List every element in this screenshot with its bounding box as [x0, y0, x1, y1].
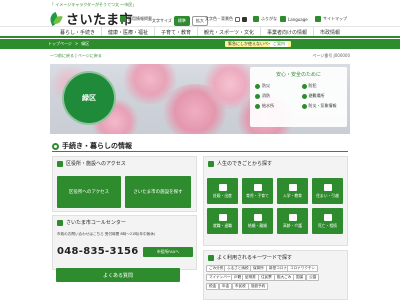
water-icon: [255, 103, 260, 109]
furigana-icon: [253, 16, 259, 22]
keyword-tag[interactable]: 保育所: [250, 265, 267, 272]
saitama-logo-icon: [48, 11, 63, 26]
life-tile-death[interactable]: 死亡・相続: [312, 208, 343, 234]
keyword-tag[interactable]: 施設予約: [248, 283, 269, 290]
keyword-tag[interactable]: 証明書: [242, 274, 259, 281]
weather-icon: [301, 103, 307, 109]
safety-item-fire[interactable]: 消防: [255, 93, 296, 99]
globe-icon: [280, 16, 286, 22]
fire-icon: [255, 93, 260, 99]
keyword-tag[interactable]: コロナワクチン: [287, 265, 319, 272]
char-size-standard-button[interactable]: 標準: [173, 16, 190, 26]
house-icon: [323, 183, 332, 191]
callcenter-fax-button[interactable]: 市役所FAXへ: [143, 247, 193, 257]
sitemap-link[interactable]: サイトマップ: [315, 16, 347, 22]
school-icon: [288, 183, 297, 191]
mascot-note: 「 イメージキャラクターがそうてつ太 ～市民」: [50, 2, 137, 7]
keyword-tag[interactable]: 公園: [306, 274, 320, 281]
life-tile-school[interactable]: 入学・教育: [277, 178, 308, 204]
search-icon: [208, 254, 214, 261]
guide-link[interactable]: ご案内: [270, 41, 288, 47]
phone-icon: [57, 219, 63, 226]
gnav-item-tourism[interactable]: 観光・スポーツ・文化: [197, 27, 260, 36]
color-control: 文字色・背景色: [205, 16, 247, 22]
shelter-icon: [301, 93, 307, 99]
callcenter-desc: 市政のお問い合わせはこちら 受付時間 8時～21時(年中無休): [57, 232, 156, 236]
keyword-tag[interactable]: マイナンバー: [206, 274, 234, 281]
crime-icon: [301, 83, 307, 89]
keyword-tag[interactable]: ふるさと納税: [224, 265, 252, 272]
person-icon: [208, 160, 214, 167]
gnav-item-business[interactable]: 事業者向けの情報: [259, 27, 313, 36]
back-link[interactable]: 一つ前に戻る | ページに戻る: [50, 53, 102, 58]
baby-icon: [218, 183, 227, 191]
office-access-button[interactable]: 区役所へのアクセス: [57, 176, 121, 208]
life-tile-housing[interactable]: 住まい・引越: [312, 178, 343, 204]
section-ring-icon: [52, 142, 59, 150]
breadcrumb-current: 緑区: [81, 41, 90, 46]
keyword-tag[interactable]: 粗大ごみ: [274, 274, 295, 281]
building-icon: [57, 160, 63, 167]
life-tile-birth[interactable]: 妊娠・出産: [207, 178, 238, 204]
gnav-item-living[interactable]: 暮らし・手続き: [54, 27, 101, 36]
safety-panel: 安心・安全のために 防災 防犯 消防 避難場所 給水所 防災・気象情報: [250, 67, 347, 127]
recruit-link[interactable]: 採用情報掲載: [120, 16, 152, 22]
callcenter-panel: さいたま市コールセンター 市政のお問い合わせはこちら 受付時間 8時～21時(年…: [52, 215, 197, 270]
life-tile-elderly[interactable]: 高齢・介護: [277, 208, 308, 234]
faq-button[interactable]: よくある質問: [56, 268, 180, 282]
gnav-item-health[interactable]: 健康・医療・福祉: [101, 27, 154, 36]
ward-badge: 緑区: [62, 71, 116, 125]
color-black-button[interactable]: [242, 16, 247, 22]
rings-icon: [253, 213, 262, 221]
breadcrumb-top-link[interactable]: トップページ: [48, 41, 72, 46]
page-id: ページ番号 J000000: [312, 53, 350, 58]
color-white-button[interactable]: [235, 16, 240, 22]
char-size-control: 文字サイズ 標準 拡大: [152, 16, 208, 26]
briefcase-icon: [218, 213, 227, 221]
safety-item-weather[interactable]: 防災・気象情報: [301, 103, 343, 109]
site-header: 「 イメージキャラクターがそうてつ太 ～市民」 さいたま市 採用情報掲載 文字サ…: [0, 0, 400, 28]
breadcrumb: トップページ > 緑区 緊急にしか使えないページの利用 ご案内: [0, 39, 400, 49]
keyword-tag[interactable]: 国保: [293, 274, 307, 281]
flower-icon: [323, 213, 332, 221]
keyword-tag[interactable]: 住民票: [258, 274, 275, 281]
sitemap-icon: [315, 16, 321, 22]
section-title: 手続き・暮らしの情報: [52, 141, 348, 152]
safety-title: 安心・安全のために: [275, 72, 321, 78]
language-link[interactable]: Language: [280, 16, 308, 22]
stroller-icon: [253, 183, 262, 191]
furigana-link[interactable]: ふりがな: [253, 16, 277, 22]
page-subheader: 一つ前に戻る | ページに戻る ページ番号 J000000: [50, 53, 350, 61]
recruit-icon: [120, 16, 126, 22]
safety-item-crime[interactable]: 防犯: [301, 83, 343, 89]
callcenter-phone[interactable]: 048-835-3156: [57, 246, 138, 257]
elderly-icon: [288, 213, 297, 221]
disaster-icon: [255, 83, 260, 89]
global-nav: 暮らし・手続き 健康・医療・福祉 子育て・教育 観光・スポーツ・文化 事業者向け…: [0, 27, 400, 38]
keyword-tag[interactable]: 税金: [206, 283, 220, 290]
gnav-item-childcare[interactable]: 子育て・教育: [154, 27, 197, 36]
keyword-tag[interactable]: 市民税: [232, 283, 249, 290]
life-tile-employment[interactable]: 就職・退職: [207, 208, 238, 234]
safety-item-shelter[interactable]: 避難場所: [301, 93, 343, 99]
safety-item-disaster[interactable]: 防災: [255, 83, 296, 89]
safety-item-water[interactable]: 給水所: [255, 103, 296, 109]
life-tile-childcare[interactable]: 育児・子育て: [242, 178, 273, 204]
life-tile-marriage[interactable]: 結婚・離婚: [242, 208, 273, 234]
find-facilities-button[interactable]: さいたま市の施設を探す: [125, 176, 191, 208]
gnav-item-cityinfo[interactable]: 市政情報: [312, 27, 346, 36]
keyword-tag[interactable]: 年金: [219, 283, 233, 290]
